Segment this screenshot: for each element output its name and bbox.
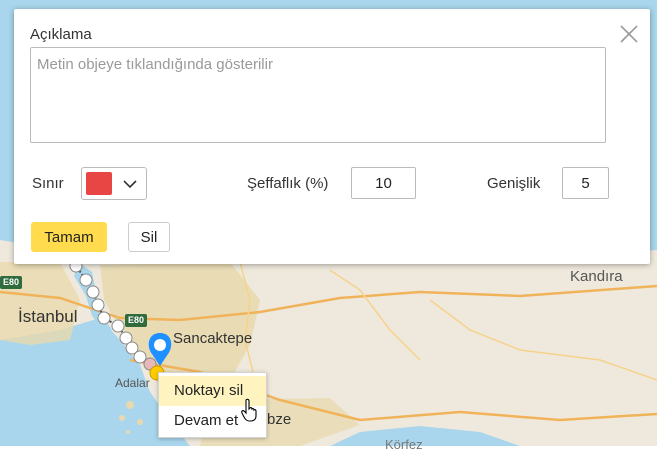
border-color-swatch xyxy=(86,172,112,195)
opacity-label: Şeffaflık (%) xyxy=(247,175,329,192)
border-label: Sınır xyxy=(32,175,64,192)
width-input[interactable] xyxy=(562,167,609,199)
opacity-input[interactable] xyxy=(351,167,416,199)
map-label-adalar: Adalar xyxy=(115,376,150,390)
ok-button[interactable]: Tamam xyxy=(31,222,107,252)
delete-button[interactable]: Sil xyxy=(128,222,170,252)
close-button[interactable] xyxy=(618,23,640,45)
highway-shield: E80 xyxy=(0,276,23,289)
chevron-down-icon xyxy=(123,180,137,189)
style-dialog: Açıklama Sınır Şeffaflık (%) Genişlik Ta… xyxy=(14,9,650,264)
dialog-title: Açıklama xyxy=(30,26,92,43)
map-label-kandira: Kandıra xyxy=(570,268,623,285)
map-label-sancaktepe: Sancaktepe xyxy=(173,330,253,347)
width-label: Genişlik xyxy=(487,175,541,192)
highway-shield: E80 xyxy=(125,314,148,327)
close-icon xyxy=(620,25,638,43)
border-color-select[interactable] xyxy=(81,167,147,200)
map-label-korfez: Körfez xyxy=(385,437,423,452)
map-label-istanbul: İstanbul xyxy=(18,307,78,326)
hand-cursor-icon xyxy=(241,398,257,422)
description-input[interactable] xyxy=(30,47,606,143)
